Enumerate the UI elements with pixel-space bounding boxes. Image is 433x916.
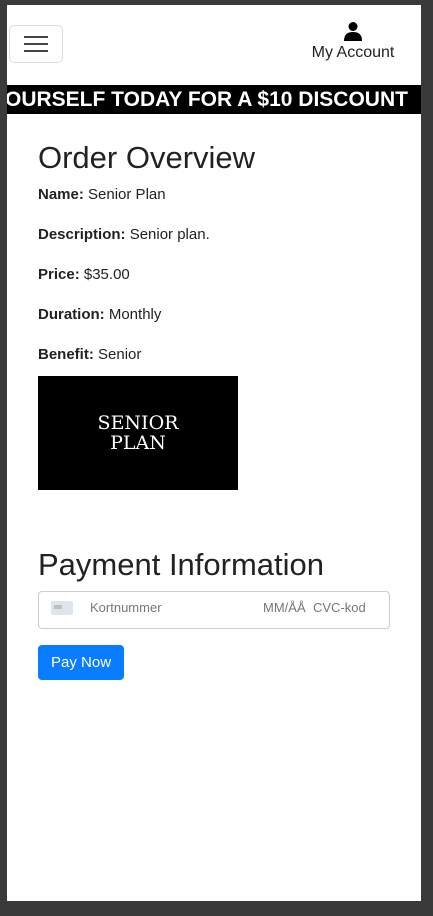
main-content: Order Overview Name: Senior Plan Descrip… xyxy=(38,140,390,680)
cvc-input[interactable]: CVC-kod xyxy=(313,600,366,615)
navbar: My Account xyxy=(7,5,421,85)
field-value: Senior plan. xyxy=(129,226,210,243)
plan-image: SENIOR PLAN xyxy=(38,376,238,490)
order-description-row: Description: Senior plan. xyxy=(38,226,390,252)
account-label: My Account xyxy=(311,44,395,61)
promo-ticker: OURSELF TODAY FOR A $10 DISCOUNT xyxy=(7,85,421,114)
ticker-text: OURSELF TODAY FOR A $10 DISCOUNT xyxy=(7,88,408,111)
field-label: Benefit: xyxy=(38,346,94,363)
field-value: Senior Plan xyxy=(88,186,166,203)
page: My Account OURSELF TODAY FOR A $10 DISCO… xyxy=(7,5,421,901)
order-benefit-row: Benefit: Senior xyxy=(38,346,390,372)
order-name-row: Name: Senior Plan xyxy=(38,186,390,212)
order-duration-row: Duration: Monthly xyxy=(38,306,390,332)
field-value: $35.00 xyxy=(83,266,130,283)
field-label: Duration: xyxy=(38,306,105,323)
credit-card-icon xyxy=(51,601,73,615)
order-overview-title: Order Overview xyxy=(38,140,256,175)
field-label: Description: xyxy=(38,226,126,243)
field-value: Monthly xyxy=(108,306,162,323)
plan-image-line2: PLAN xyxy=(110,432,166,454)
card-number-input[interactable]: Kortnummer xyxy=(90,600,162,615)
menu-toggle-button[interactable] xyxy=(9,25,63,63)
my-account-link[interactable]: My Account xyxy=(303,21,403,62)
field-value: Senior xyxy=(98,346,142,363)
user-icon xyxy=(344,22,362,41)
pay-now-button[interactable]: Pay Now xyxy=(38,645,125,680)
card-input-field[interactable]: Kortnummer MM/ÅÅ CVC-kod xyxy=(38,591,390,629)
expiry-input[interactable]: MM/ÅÅ xyxy=(263,600,306,615)
field-label: Price: xyxy=(38,266,80,283)
hamburger-icon xyxy=(24,36,48,38)
field-label: Name: xyxy=(38,186,84,203)
plan-image-line1: SENIOR xyxy=(97,412,179,434)
order-price-row: Price: $35.00 xyxy=(38,266,390,292)
payment-information-title: Payment Information xyxy=(38,547,325,582)
